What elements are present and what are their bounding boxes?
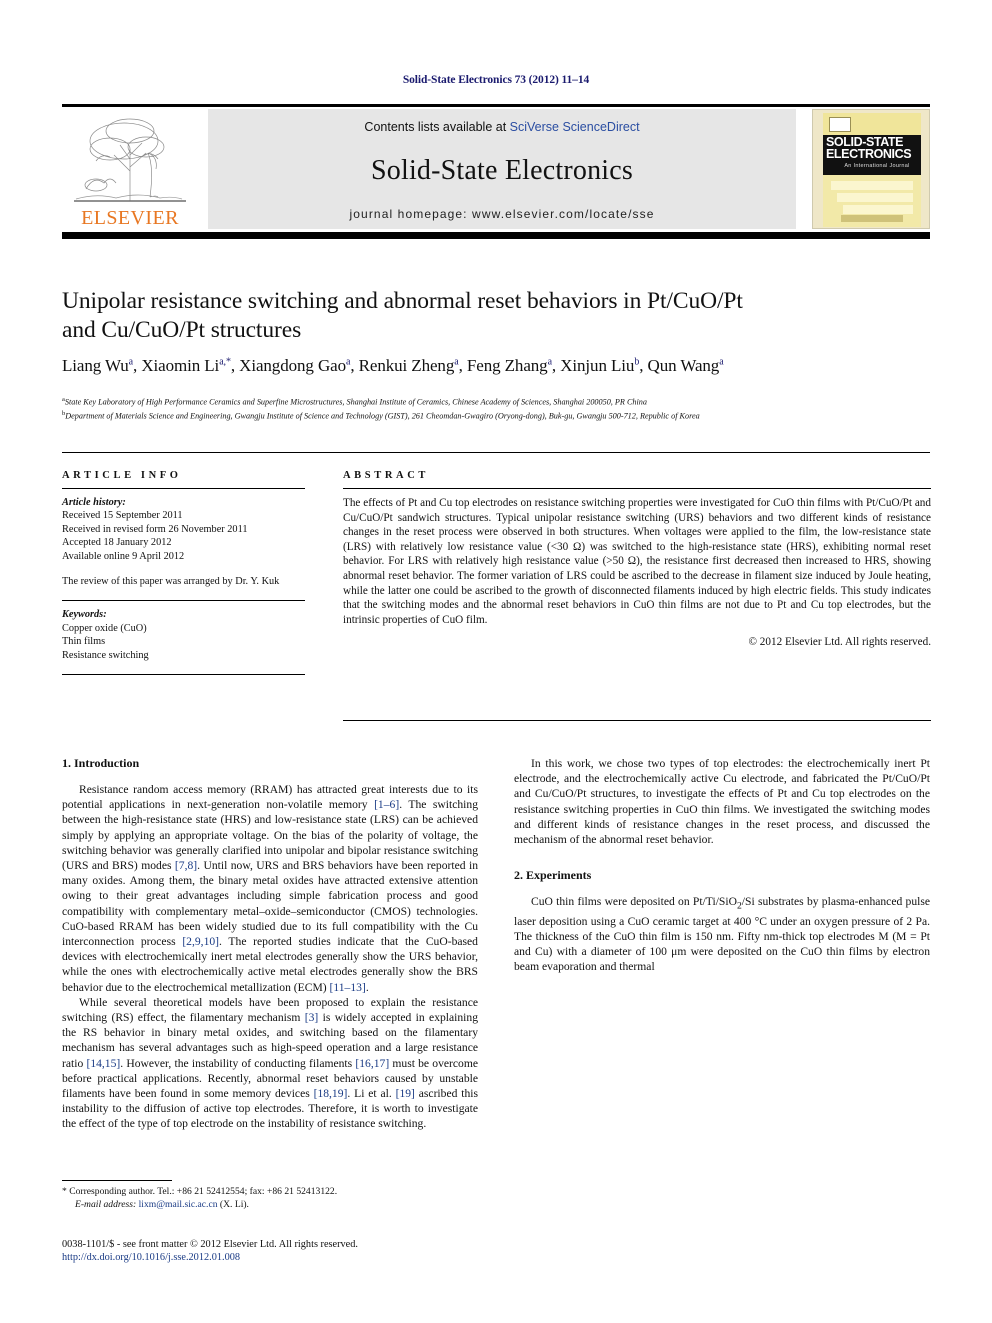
- contents-available-line: Contents lists available at SciVerse Sci…: [208, 120, 796, 134]
- cover-title-line2: ELECTRONICS: [826, 147, 912, 161]
- citation-reference[interactable]: [2,9,10]: [182, 935, 219, 948]
- cover-footer-block: [841, 215, 903, 222]
- history-item-3: Available online 9 April 2012: [62, 550, 185, 562]
- author-7: Qun Wanga: [647, 356, 724, 375]
- intro-paragraph-1: Resistance random access memory (RRAM) h…: [62, 783, 478, 994]
- author-3: Xiangdong Gaoa: [239, 356, 351, 375]
- article-history-label: Article history:: [62, 497, 126, 508]
- affil-marker-a: a: [719, 356, 724, 368]
- affil-marker-a: a: [128, 356, 134, 368]
- email-line: E-mail address: lixm@mail.sic.ac.cn (X. …: [62, 1199, 478, 1212]
- author-2: Xiaomin Lia,*: [141, 356, 231, 375]
- abstract-heading: ABSTRACT: [343, 470, 429, 481]
- article-info-heading: ARTICLE INFO: [62, 470, 182, 481]
- journal-banner: Contents lists available at SciVerse Sci…: [208, 109, 796, 229]
- email-suffix: (X. Li).: [217, 1198, 249, 1210]
- cover-subtitle: An International Journal: [844, 163, 910, 169]
- article-info-rule: [62, 488, 305, 489]
- review-arranged-note: The review of this paper was arranged by…: [62, 576, 280, 588]
- keywords-bottom-rule: [62, 674, 305, 676]
- citation-reference[interactable]: [1–6]: [374, 798, 399, 811]
- body-column-right: In this work, we chose two types of top …: [514, 756, 930, 975]
- history-item-2: Accepted 18 January 2012: [62, 537, 172, 549]
- elsevier-logo: ELSEVIER: [62, 109, 198, 229]
- page-title: Unipolar resistance switching and abnorm…: [62, 287, 930, 345]
- citation-reference[interactable]: [19]: [396, 1087, 415, 1100]
- email-link[interactable]: lixm@mail.sic.ac.cn: [139, 1199, 218, 1210]
- affiliation-a: aState Key Laboratory of High Performanc…: [62, 394, 930, 408]
- paper-page: Solid-State Electronics 73 (2012) 11–14: [0, 0, 992, 1323]
- title-line-1: Unipolar resistance switching and abnorm…: [62, 288, 743, 314]
- affil-marker-a: a: [454, 356, 459, 368]
- abstract-column: ABSTRACT The effects of Pt and Cu top el…: [343, 470, 931, 648]
- email-label: E-mail address:: [75, 1198, 137, 1210]
- abstract-rule: [343, 488, 931, 489]
- keyword-1: Thin films: [62, 636, 106, 648]
- author-1: Liang Wua: [62, 356, 134, 375]
- corresponding-marker: *: [225, 356, 231, 368]
- footnote-block: * Corresponding author. Tel.: +86 21 524…: [62, 1186, 478, 1211]
- affil-marker-a-star: a,: [219, 356, 226, 368]
- affiliation-b: bDepartment of Materials Science and Eng…: [62, 408, 930, 422]
- journal-title: Solid-State Electronics: [371, 155, 633, 186]
- citation-reference[interactable]: [14,15]: [86, 1057, 120, 1070]
- affiliation-a-text: State Key Laboratory of High Performance…: [64, 397, 647, 407]
- title-line-2: and Cu/CuO/Pt structures: [62, 317, 302, 343]
- running-head: Solid-State Electronics 73 (2012) 11–14: [402, 74, 590, 86]
- corresponding-author-note: * Corresponding author. Tel.: +86 21 524…: [62, 1186, 338, 1197]
- citation-reference[interactable]: [11–13]: [330, 981, 366, 994]
- keywords-label: Keywords:: [62, 609, 107, 621]
- citation-reference[interactable]: [7,8]: [175, 859, 197, 872]
- intro-paragraph-3: In this work, we chose two types of top …: [514, 757, 930, 847]
- abstract-bottom-rule: [343, 720, 931, 721]
- intro-paragraph-2-start: While several theoretical models have be…: [62, 995, 478, 1131]
- affil-marker-a: a: [345, 356, 351, 368]
- contents-prefix: Contents lists available at: [364, 120, 510, 134]
- elsevier-tree-icon: [74, 118, 186, 202]
- keyword-0: Copper oxide (CuO): [62, 622, 147, 634]
- elsevier-wordmark: ELSEVIER: [81, 207, 179, 229]
- article-history-block: Article history: Received 15 September 2…: [62, 496, 305, 588]
- section-heading-experiments: 2. Experiments: [514, 868, 592, 883]
- history-item-0: Received 15 September 2011: [62, 510, 183, 522]
- keywords-rule: [62, 600, 305, 602]
- imprint-block: 0038-1101/$ - see front matter © 2012 El…: [62, 1238, 492, 1265]
- author-list: Liang Wua, Xiaomin Lia,*, Xiangdong Gaoa…: [62, 356, 724, 375]
- cover-elsevier-mark-icon: [829, 117, 851, 132]
- header-divider-rule: [62, 452, 930, 453]
- journal-homepage[interactable]: journal homepage: www.elsevier.com/locat…: [208, 207, 796, 221]
- affiliations: aState Key Laboratory of High Performanc…: [62, 394, 930, 422]
- citation-reference[interactable]: [3]: [305, 1011, 319, 1024]
- author-6: Xinjun Liub: [560, 356, 640, 375]
- body-column-left: 1. Introduction Resistance random access…: [62, 756, 478, 1132]
- masthead-bottom-rule: [62, 232, 930, 239]
- experiments-paragraph-1: CuO thin films were deposited on Pt/Ti/S…: [514, 895, 931, 974]
- journal-cover-thumbnail[interactable]: SOLID-STATE ELECTRONICS An International…: [812, 109, 930, 229]
- section-heading-introduction: 1. Introduction: [62, 756, 140, 770]
- affiliation-b-text: Department of Materials Science and Engi…: [65, 411, 700, 421]
- cover-stripe-2: [837, 193, 913, 202]
- cover-stripe-1: [831, 181, 913, 190]
- article-info-column: ARTICLE INFO Article history: Received 1…: [62, 470, 305, 682]
- author-5: Feng Zhanga: [466, 356, 552, 375]
- doi-link[interactable]: http://dx.doi.org/10.1016/j.sse.2012.01.…: [62, 1251, 492, 1264]
- cover-stripe-3: [843, 205, 913, 214]
- sciencedirect-link[interactable]: SciVerse ScienceDirect: [510, 120, 640, 134]
- citation-reference[interactable]: [16,17]: [355, 1057, 389, 1070]
- footnote-rule: [62, 1180, 172, 1181]
- keywords-block: Keywords: Copper oxide (CuO) Thin films …: [62, 608, 305, 662]
- affil-marker-a: a: [547, 356, 552, 368]
- citation-reference[interactable]: [18,19]: [314, 1087, 348, 1100]
- affil-marker-b: b: [634, 356, 640, 368]
- author-4: Renkui Zhenga: [358, 356, 459, 375]
- abstract-text: The effects of Pt and Cu top electrodes …: [343, 497, 931, 626]
- abstract-copyright: © 2012 Elsevier Ltd. All rights reserved…: [748, 636, 932, 649]
- masthead-top-rule: [62, 104, 930, 107]
- cover-inner: SOLID-STATE ELECTRONICS An International…: [823, 113, 921, 227]
- history-item-1: Received in revised form 26 November 201…: [62, 523, 248, 535]
- issn-line: 0038-1101/$ - see front matter © 2012 El…: [62, 1239, 358, 1250]
- keyword-2: Resistance switching: [62, 649, 149, 661]
